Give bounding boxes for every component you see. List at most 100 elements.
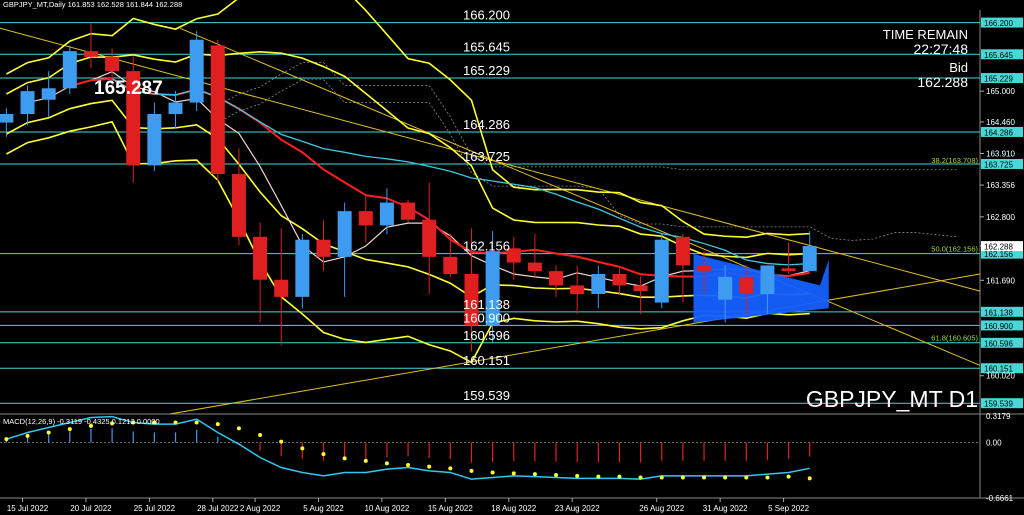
candle-body xyxy=(591,274,606,294)
candle-body xyxy=(697,265,712,272)
chart-header: GBPJPY_MT,Daily 161.853 162.528 161.844 … xyxy=(3,0,182,9)
macd-signal-dot xyxy=(4,437,9,442)
time-tick-label: 5 Sep 2022 xyxy=(768,504,809,513)
macd-signal-dot xyxy=(67,427,72,432)
macd-signal-dot xyxy=(384,461,389,466)
macd-signal-dot xyxy=(490,470,495,475)
macd-signal-dot xyxy=(427,464,432,469)
candle-body xyxy=(443,256,458,274)
price-tick-label: 162.800 xyxy=(986,213,1015,222)
candle-body xyxy=(358,211,373,226)
macd-signal-dot xyxy=(342,456,347,461)
macd-signal-dot xyxy=(511,471,516,476)
chart-canvas: 166.200 165.645 165.229 164.286 163.725 162.1… xyxy=(0,0,1024,515)
price-tick-label: 163.910 xyxy=(986,149,1015,158)
candle-body xyxy=(0,114,14,123)
macd-signal-dot xyxy=(596,474,601,479)
macd-signal-dot xyxy=(702,475,707,480)
macd-signal-dot xyxy=(173,420,178,425)
candle-body xyxy=(612,274,627,286)
macd-signal-dot xyxy=(25,433,30,438)
macd-signal-dot xyxy=(807,476,812,481)
candle-body xyxy=(760,265,775,294)
level-tag-label: 161.138 xyxy=(984,308,1013,317)
candle-body xyxy=(253,236,268,280)
time-tick-label: 31 Aug 2022 xyxy=(703,504,748,513)
level-tag-label: 165.229 xyxy=(984,75,1013,84)
macd-signal-dot xyxy=(575,473,580,478)
level-tag-label: 166.200 xyxy=(984,19,1013,28)
time-tick-label: 26 Aug 2022 xyxy=(639,504,684,513)
candle-body xyxy=(168,102,183,114)
fib-label: 38.2(163.708) xyxy=(931,156,978,165)
macd-signal-dot xyxy=(46,430,51,435)
candle-body xyxy=(189,39,204,103)
macd-signal-dot xyxy=(363,458,368,463)
candle-body xyxy=(781,268,796,272)
level-tag-label: 160.900 xyxy=(984,322,1013,331)
macd-signal-dot xyxy=(765,475,770,480)
price-tick-label: 160.020 xyxy=(986,372,1015,381)
level-label: 165.229 xyxy=(463,63,510,78)
fib-label: 50.0(162.156) xyxy=(931,245,978,254)
price-tick-label: 165.000 xyxy=(986,87,1015,96)
candle-body xyxy=(20,91,35,114)
macd-signal-dot xyxy=(638,475,643,480)
candle-body xyxy=(633,285,648,292)
candle-body xyxy=(316,239,331,257)
macd-signal-dot xyxy=(236,426,241,431)
macd-signal-dot xyxy=(258,432,263,437)
candle-body xyxy=(802,246,817,272)
candle-body xyxy=(527,262,542,272)
time-tick-label: 20 Jul 2022 xyxy=(70,504,112,513)
candle-body xyxy=(675,236,690,266)
macd-signal-dot xyxy=(723,475,728,480)
macd-signal-dot xyxy=(554,472,559,477)
bid-value: 162.288 xyxy=(917,74,968,90)
time-tick-label: 10 Aug 2022 xyxy=(364,504,409,513)
candle-body xyxy=(105,56,120,72)
time-tick-label: 23 Aug 2022 xyxy=(555,504,600,513)
macd-signal-dot xyxy=(321,452,326,457)
level-label: 166.200 xyxy=(463,8,510,23)
candle-body xyxy=(41,88,56,100)
time-tick-label: 5 Aug 2022 xyxy=(303,504,344,513)
candle-body xyxy=(274,279,289,297)
macd-signal-dot xyxy=(406,462,411,467)
candle-body xyxy=(147,114,162,166)
macd-signal-dot xyxy=(659,475,664,480)
big-price-label: 165.287 xyxy=(94,78,163,99)
macd-signal-dot xyxy=(469,468,474,473)
level-label: 160.596 xyxy=(463,328,510,343)
chart-window: { "header": { "text": "GBPJPY_MT,Daily 1… xyxy=(0,0,1024,515)
candle-body xyxy=(570,285,585,294)
bid-label: Bid xyxy=(949,60,968,75)
candle-body xyxy=(83,51,98,57)
macd-tick-label: 0.3179 xyxy=(986,412,1011,421)
level-label: 160.900 xyxy=(463,310,510,325)
level-label: 165.645 xyxy=(463,39,510,54)
price-tick-label: 161.690 xyxy=(986,276,1015,285)
candle-body xyxy=(62,51,77,89)
level-label: 164.286 xyxy=(463,117,510,132)
level-tag-label: 160.596 xyxy=(984,339,1013,348)
candle-body xyxy=(422,219,437,257)
macd-signal-dot xyxy=(215,422,220,427)
time-tick-label: 28 Jul 2022 xyxy=(197,504,239,513)
macd-signal-dot xyxy=(532,472,537,477)
time-remain-value: 22:27:48 xyxy=(914,41,969,57)
macd-signal-dot xyxy=(194,420,199,425)
candle-body xyxy=(210,45,225,174)
candle-body xyxy=(379,202,394,226)
time-tick-label: 2 Aug 2022 xyxy=(240,504,281,513)
time-tick-label: 15 Jul 2022 xyxy=(7,504,49,513)
level-tag-label: 164.286 xyxy=(984,128,1013,137)
bid-price-tag-label: 162.288 xyxy=(984,243,1013,252)
level-tag-label: 159.539 xyxy=(984,400,1013,409)
candle-body xyxy=(739,276,754,294)
level-label: 159.539 xyxy=(463,388,510,403)
candle-body xyxy=(231,174,246,237)
time-tick-label: 15 Aug 2022 xyxy=(428,504,473,513)
macd-signal-dot xyxy=(786,474,791,479)
price-tick-label: 163.356 xyxy=(986,181,1015,190)
